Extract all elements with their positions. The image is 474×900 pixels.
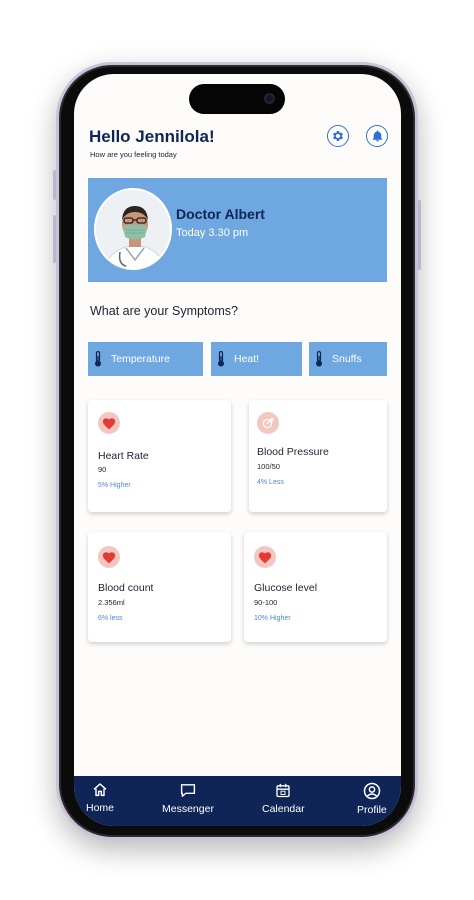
symptom-chip-temperature[interactable]: Temperature [88, 342, 203, 376]
nav-item-profile[interactable]: Profile [357, 782, 387, 816]
heart-icon [254, 546, 276, 568]
doctor-portrait-illustration [96, 190, 170, 268]
app-screen: Hello Jennilola! How are you feeling tod… [74, 74, 401, 826]
phone-side-button [53, 215, 56, 263]
home-icon [93, 783, 107, 797]
metric-change: 10% Higher [254, 615, 291, 622]
doctor-name: Doctor Albert [176, 206, 265, 222]
symptoms-title: What are your Symptoms? [90, 304, 238, 318]
phone-side-button [53, 170, 56, 200]
symptom-chip-label: Snuffs [332, 353, 362, 365]
camera-dot [264, 93, 275, 104]
calendar-icon [276, 783, 290, 798]
chat-icon [180, 784, 196, 797]
bottom-navigation: Home Messenger Calendar Profile [74, 776, 401, 826]
metric-title: Blood Pressure [257, 446, 329, 458]
nav-item-calendar[interactable]: Calendar [262, 782, 305, 815]
symptom-chip-snuffs[interactable]: Snuffs [309, 342, 387, 376]
notifications-button[interactable] [366, 125, 388, 147]
metric-card-heart-rate[interactable]: Heart Rate 90 5% Higher [88, 400, 231, 512]
thermometer-icon [95, 351, 101, 367]
phone-side-button [418, 200, 421, 270]
gear-icon [333, 130, 343, 142]
metric-title: Blood count [98, 582, 154, 594]
metric-change: 6% less [98, 615, 123, 622]
nav-item-home[interactable]: Home [86, 782, 114, 814]
metric-value: 90-100 [254, 598, 278, 607]
nav-item-messenger[interactable]: Messenger [162, 782, 214, 815]
profile-icon [363, 782, 381, 800]
nav-label: Profile [357, 804, 387, 816]
nav-label: Messenger [162, 803, 214, 815]
metric-title: Glucose level [254, 582, 318, 594]
metric-title: Heart Rate [98, 450, 149, 462]
metric-change: 4% Less [257, 479, 284, 486]
greeting-subtitle: How are you feeling today [90, 150, 177, 159]
metric-value: 2.356ml [98, 598, 125, 607]
metric-card-glucose[interactable]: Glucose level 90-100 10% Higher [244, 532, 387, 642]
symptom-chip-label: Heat! [234, 353, 260, 365]
metric-change: 5% Higher [98, 482, 131, 489]
pressure-icon [257, 412, 279, 434]
doctor-appointment-card[interactable]: Doctor Albert Today 3.30 pm [88, 178, 387, 282]
doctor-avatar [94, 188, 172, 270]
settings-button[interactable] [327, 125, 349, 147]
metric-value: 90 [98, 465, 107, 474]
dynamic-island [189, 84, 285, 114]
bell-icon [372, 130, 382, 142]
heart-icon [98, 546, 120, 568]
nav-label: Calendar [262, 803, 305, 815]
greeting-title: Hello Jennilola! [89, 127, 215, 146]
nav-label: Home [86, 802, 115, 814]
appointment-time: Today 3.30 pm [176, 227, 249, 239]
symptom-chip-label: Temperature [111, 353, 170, 365]
thermometer-icon [316, 351, 322, 367]
symptom-chip-heat[interactable]: Heat! [211, 342, 302, 376]
heart-icon [98, 412, 120, 434]
metric-value: 100/50 [257, 462, 280, 471]
metric-card-blood-pressure[interactable]: Blood Pressure 100/50 4% Less [249, 400, 387, 512]
thermometer-icon [218, 351, 224, 367]
metric-card-blood-count[interactable]: Blood count 2.356ml 6% less [88, 532, 231, 642]
